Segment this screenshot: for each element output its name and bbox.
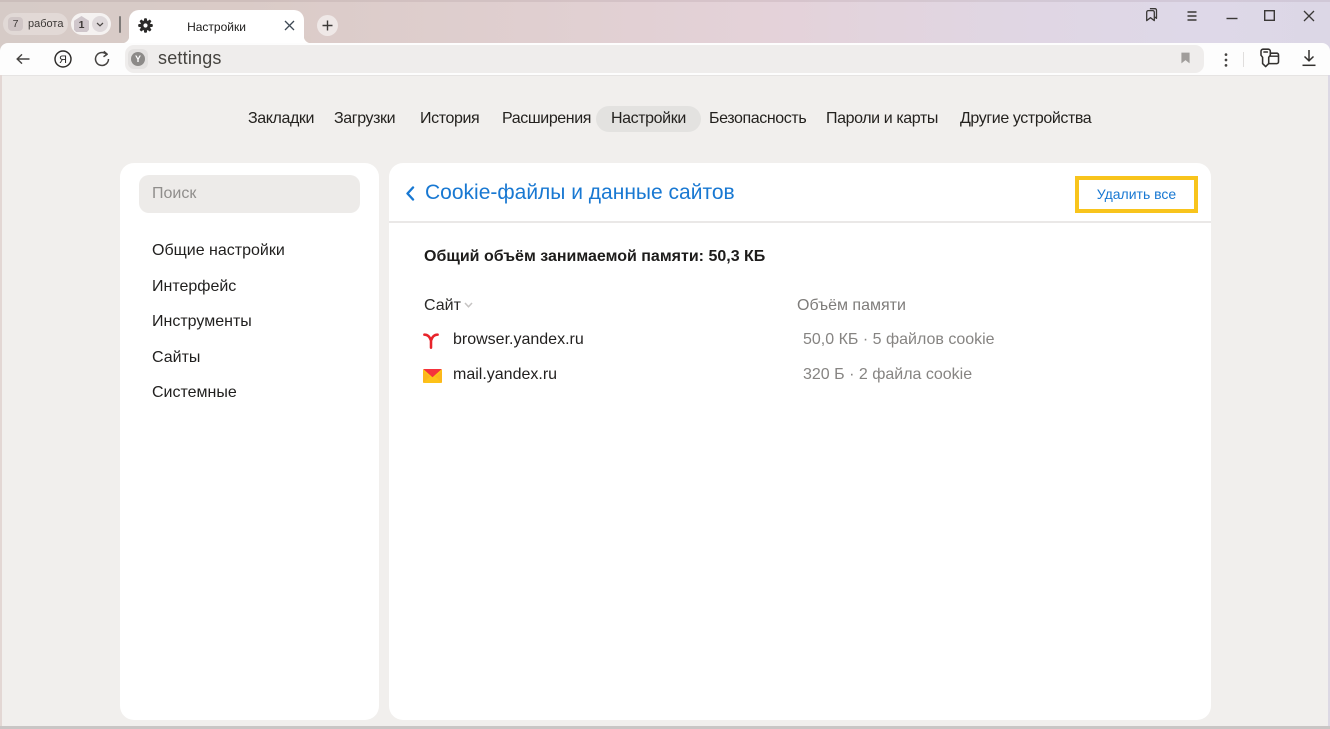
svg-text:Я: Я [59,54,67,66]
